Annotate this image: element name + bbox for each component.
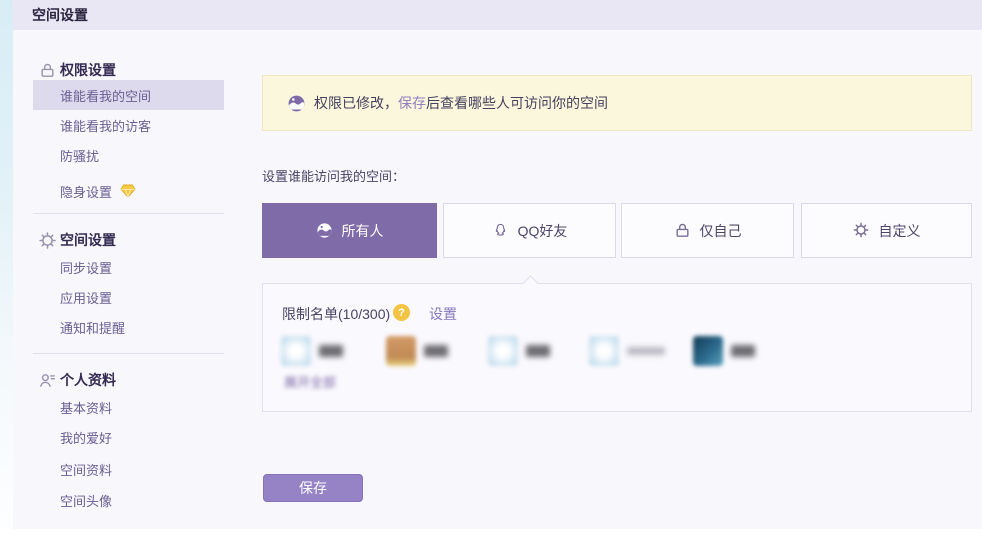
- sidebar-section-label: 空间设置: [60, 232, 116, 248]
- access-setting-label: 设置谁能访问我的空间：: [262, 169, 406, 184]
- sidebar-item-space-info[interactable]: 空间资料: [13, 454, 240, 484]
- avatar: [386, 336, 416, 366]
- restriction-list-panel: 限制名单(10/300) ? 设置 展开全部: [262, 283, 972, 412]
- expand-all-link[interactable]: 展开全部: [284, 372, 336, 391]
- qq-penguin-icon: [492, 222, 509, 239]
- avatar: [589, 336, 619, 366]
- sidebar-item-label: 通知和提醒: [60, 320, 126, 336]
- globe-icon: [287, 94, 306, 113]
- member-name-blurred: [627, 347, 665, 355]
- help-icon[interactable]: ?: [393, 304, 410, 321]
- sidebar-item-sync-settings[interactable]: 同步设置: [13, 252, 240, 282]
- permission-changed-banner: 权限已修改，保存后查看哪些人可访问你的空间: [262, 75, 972, 131]
- banner-text-suffix: 后查看哪些人可访问你的空间: [426, 95, 608, 111]
- sidebar-item-label: 空间资料: [60, 462, 113, 478]
- sidebar-item-invisible-settings[interactable]: 隐身设置: [13, 176, 240, 206]
- banner-save-link[interactable]: 保存: [398, 95, 426, 111]
- sidebar-item-label: 谁能看我的访客: [60, 118, 152, 134]
- sidebar-item-label: 我的爱好: [60, 430, 113, 446]
- save-button[interactable]: 保存: [263, 474, 363, 502]
- banner-text-prefix: 权限已修改，: [314, 95, 398, 111]
- sidebar-item-label: 隐身设置: [60, 184, 113, 200]
- tab-custom[interactable]: 自定义: [801, 203, 972, 258]
- sidebar-section-space-settings: 空间设置: [13, 225, 240, 255]
- sidebar-item-my-hobbies[interactable]: 我的爱好: [13, 422, 240, 452]
- member-name-blurred: [526, 345, 550, 357]
- member-name-blurred: [319, 345, 343, 357]
- sidebar-item-notifications[interactable]: 通知和提醒: [13, 312, 240, 342]
- tab-label: QQ好友: [517, 222, 568, 239]
- sidebar-item-app-settings[interactable]: 应用设置: [13, 282, 240, 312]
- member-name-blurred: [424, 345, 448, 357]
- person-icon: [39, 372, 56, 389]
- sidebar-divider: [33, 213, 224, 214]
- tab-everyone[interactable]: 所有人: [262, 203, 437, 258]
- sidebar-item-label: 谁能看我的空间: [60, 88, 152, 104]
- sidebar-item-basic-info[interactable]: 基本资料: [13, 392, 240, 422]
- dialog-titlebar: 空间设置: [13, 0, 982, 30]
- sidebar-divider: [33, 353, 224, 354]
- restriction-list-title: 限制名单(10/300): [282, 306, 391, 322]
- sidebar-item-label: 防骚扰: [60, 148, 100, 164]
- tab-only-me[interactable]: 仅自己: [621, 203, 794, 258]
- sidebar-item-label: 空间头像: [60, 493, 113, 509]
- lock-icon: [39, 62, 56, 79]
- member-name-blurred: [731, 345, 755, 357]
- sidebar-item-anti-harassment[interactable]: 防骚扰: [13, 140, 240, 170]
- tab-qq-friends[interactable]: QQ好友: [443, 203, 616, 258]
- tab-label: 自定义: [878, 222, 921, 239]
- avatar: [281, 336, 311, 366]
- globe-icon: [316, 222, 333, 239]
- page-title: 空间设置: [32, 7, 88, 23]
- sidebar-section-personal-profile: 个人资料: [13, 365, 240, 395]
- panel-caret: [522, 275, 538, 284]
- avatar: [488, 336, 518, 366]
- visibility-tabs: 所有人 QQ好友 仅自己 自定义: [262, 203, 972, 258]
- tab-label: 仅自己: [699, 222, 742, 239]
- sidebar-item-space-avatar[interactable]: 空间头像: [13, 485, 240, 515]
- avatar: [693, 336, 723, 366]
- sidebar-section-label: 个人资料: [60, 372, 116, 388]
- sidebar-item-label: 同步设置: [60, 260, 113, 276]
- space-settings-dialog: 空间设置 权限设置 谁能看我的空间 谁能看我的访客 防骚扰 隐身设置 空间设置 …: [13, 0, 982, 529]
- tab-label: 所有人: [341, 222, 384, 239]
- sidebar-item-who-can-see-my-space[interactable]: 谁能看我的空间: [33, 80, 224, 110]
- gear-icon: [853, 222, 870, 239]
- diamond-icon: [120, 184, 136, 198]
- sidebar-item-who-can-see-my-visitors[interactable]: 谁能看我的访客: [13, 110, 240, 140]
- sidebar-item-label: 基本资料: [60, 400, 113, 416]
- sidebar-item-label: 应用设置: [60, 290, 113, 306]
- sidebar-section-label: 权限设置: [60, 62, 116, 78]
- page-background-strip: [0, 0, 13, 529]
- restriction-settings-link[interactable]: 设置: [429, 304, 457, 324]
- panel-header: 限制名单(10/300) ? 设置: [263, 303, 971, 323]
- banner-text: 权限已修改，保存后查看哪些人可访问你的空间: [314, 93, 608, 113]
- gear-icon: [39, 231, 56, 249]
- lock-icon: [674, 222, 691, 239]
